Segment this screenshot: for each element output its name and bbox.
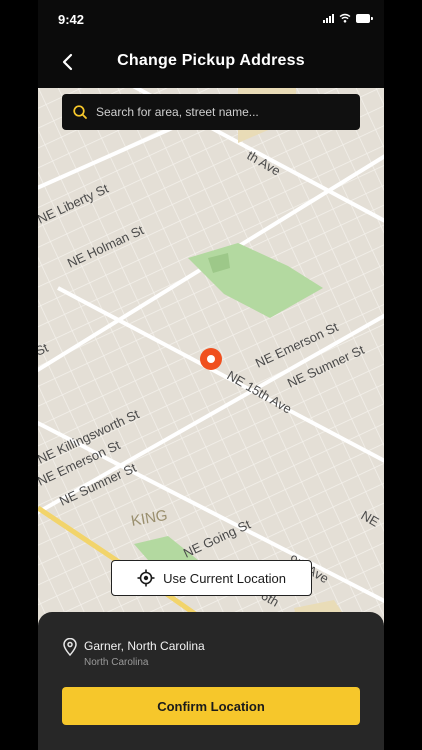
use-current-location-label: Use Current Location: [163, 570, 286, 586]
signal-icon: [323, 13, 334, 23]
use-current-location-button[interactable]: Use Current Location: [111, 560, 312, 596]
map-pin-icon: [200, 348, 222, 370]
crosshair-icon: [137, 569, 155, 587]
bottom-sheet: Garner, North Carolina North Carolina Co…: [38, 612, 384, 750]
status-icons: [323, 13, 373, 23]
search-bar[interactable]: [62, 94, 360, 130]
status-bar: 9:42: [38, 0, 384, 40]
selected-location-subtitle: North Carolina: [84, 657, 149, 668]
search-input[interactable]: [96, 105, 336, 119]
phone-screen: 9:42 Change Pickup Address NE Liberty St…: [38, 0, 384, 750]
wifi-icon: [339, 13, 351, 23]
page-title: Change Pickup Address: [117, 52, 305, 69]
confirm-location-button[interactable]: Confirm Location: [62, 687, 360, 725]
search-icon: [73, 105, 87, 119]
location-pin-icon: [63, 638, 77, 656]
header: Change Pickup Address: [38, 40, 384, 88]
battery-icon: [356, 13, 373, 23]
selected-location-title: Garner, North Carolina: [84, 639, 205, 653]
status-time: 9:42: [58, 12, 85, 27]
